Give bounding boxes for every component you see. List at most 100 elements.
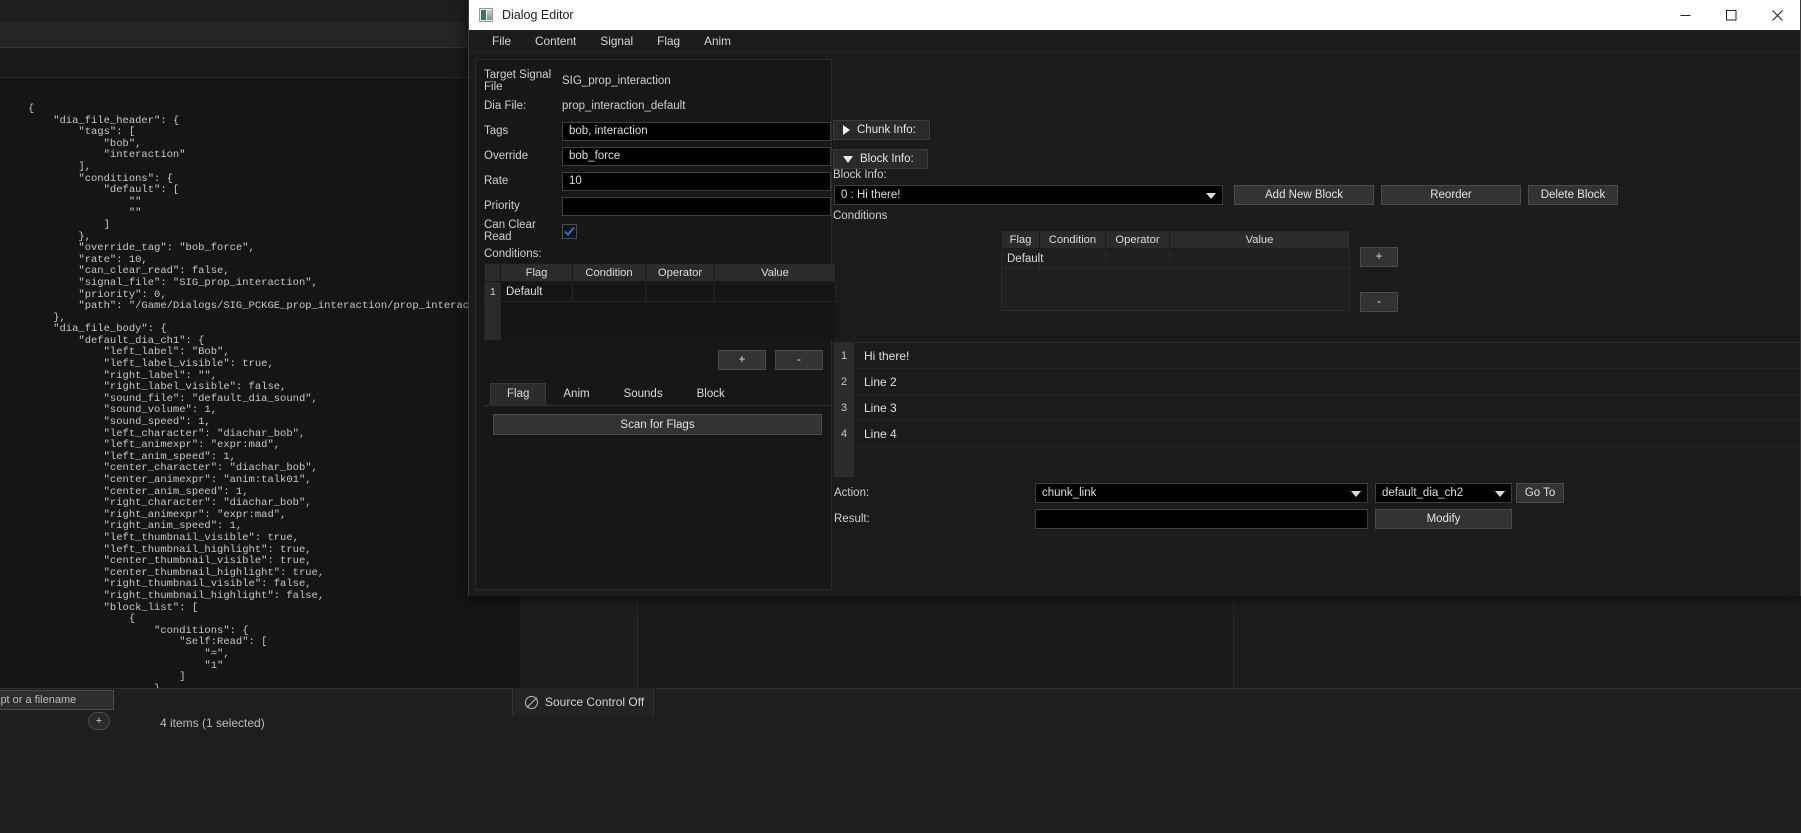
tab-block[interactable]: Block [680,383,742,405]
table-row[interactable]: 1 Default [484,281,836,302]
minimize-button[interactable] [1662,0,1708,30]
chunk-info-label: Chunk Info: [857,124,916,136]
col-operator: Operator [1105,230,1170,249]
remove-condition-button[interactable]: - [775,350,823,370]
dia-file-row: Dia File: prop_interaction_default [484,94,831,118]
chevron-down-icon [1206,193,1216,199]
rate-row: Rate [484,169,831,193]
background-filename-input[interactable]: ipt or a filename [0,690,114,710]
menu-item-signal[interactable]: Signal [588,31,645,51]
go-to-button[interactable]: Go To [1516,483,1564,503]
action-target-value: default_dia_ch2 [1382,487,1464,499]
col-value: Value [1169,230,1350,249]
block-conditions-table: Flag Condition Operator Value Default [1001,230,1350,311]
action-select-value: chunk_link [1042,487,1097,499]
priority-row: Priority [484,194,831,218]
dia-file-settings-panel: Target Signal File SIG_prop_interaction … [475,59,836,590]
scan-for-flags-button[interactable]: Scan for Flags [493,414,822,435]
menu-item-content[interactable]: Content [523,31,588,51]
block-info-toggle-label: Block Info: [860,153,914,165]
block-select-value: 0 : Hi there! [841,189,901,201]
tab-sounds[interactable]: Sounds [607,383,680,405]
table-header-row: Flag Condition Operator Value [484,263,836,282]
cell-value[interactable] [1169,248,1350,269]
app-icon [479,8,493,22]
check-icon [564,226,575,236]
remove-block-condition-button[interactable]: - [1360,292,1398,312]
dialog-body: Target Signal File SIG_prop_interaction … [469,53,1800,596]
dialog-editor-window: Dialog Editor File Content Signal Flag A… [468,0,1801,596]
close-button[interactable] [1754,0,1800,30]
tags-row: Tags [484,119,831,143]
menu-item-flag[interactable]: Flag [645,31,692,51]
window-title: Dialog Editor [502,8,574,22]
line-text: Line 2 [864,374,897,389]
background-status-text: 4 items (1 selected) [160,716,265,730]
window-title-bar: Dialog Editor [469,0,1800,30]
chevron-right-icon [843,125,850,135]
action-target-select[interactable]: default_dia_ch2 [1375,483,1512,503]
cell-operator[interactable] [1105,248,1170,269]
action-select[interactable]: chunk_link [1035,483,1368,503]
empty-cells [1001,268,1350,311]
cell-operator[interactable] [645,281,715,302]
cell-value[interactable] [714,281,836,302]
chunk-info-toggle[interactable]: Chunk Info: [833,120,930,140]
reorder-button[interactable]: Reorder [1381,185,1521,205]
block-select[interactable]: 0 : Hi there! [834,185,1223,205]
modify-button[interactable]: Modify [1375,509,1512,529]
dialog-line-list: 1 Hi there! 2 Line 2 3 Line 3 4 Line 4 [834,342,1800,477]
line-number: 2 [834,368,854,395]
rate-label: Rate [484,175,509,187]
add-block-condition-button[interactable]: + [1360,247,1398,267]
line-number-spacer [834,447,854,477]
col-condition: Condition [1039,230,1106,249]
block-editor-panel: Chunk Info: Block Info: Block Info: 0 : … [833,59,1800,590]
list-empty-area [834,447,1800,477]
dia-file-label: Dia File: [484,100,527,112]
col-flag: Flag [500,263,573,282]
table-empty-row [484,301,836,340]
maximize-button[interactable] [1708,0,1754,30]
override-label: Override [484,150,529,162]
window-controls [1662,0,1800,30]
left-conditions-table: Flag Condition Operator Value 1 Default [484,263,836,340]
maximize-icon [1725,9,1736,20]
list-item[interactable]: 3 Line 3 [834,394,1800,421]
list-item[interactable]: 4 Line 4 [834,420,1800,447]
result-input[interactable] [1035,509,1368,529]
block-info-toggle[interactable]: Block Info: [833,149,928,169]
table-row[interactable]: Default [1001,248,1350,269]
cell-flag[interactable]: Default [500,281,573,302]
left-tab-strip: Flag Anim Sounds Block [484,383,831,406]
source-control-off-icon [525,695,538,709]
row-index: 1 [484,281,501,302]
table-header-row: Flag Condition Operator Value [1001,230,1350,249]
tab-flag[interactable]: Flag [490,383,547,405]
add-condition-button[interactable]: + [718,350,766,370]
list-item[interactable]: 2 Line 2 [834,368,1800,395]
background-add-button[interactable]: + [88,712,110,730]
tab-anim[interactable]: Anim [546,383,606,405]
rate-input[interactable] [562,171,831,191]
background-source-control-button[interactable]: Source Control Off [512,688,654,716]
priority-input[interactable] [562,196,831,216]
chevron-down-icon [1351,491,1361,497]
block-conditions-label: Conditions [833,210,888,222]
tags-input[interactable] [562,121,831,141]
block-info-label: Block Info: [833,169,887,181]
override-input[interactable] [562,146,831,166]
delete-block-button[interactable]: Delete Block [1528,185,1618,205]
list-item[interactable]: 1 Hi there! [834,342,1800,369]
menu-item-file[interactable]: File [480,31,523,51]
add-new-block-button[interactable]: Add New Block [1234,185,1374,205]
cell-flag[interactable]: Default [1001,248,1043,269]
empty-index [484,301,501,340]
background-code-editor: { "dia_file_header": { "tags": [ "bob", … [0,78,520,688]
line-number: 4 [834,420,854,447]
menu-item-anim[interactable]: Anim [692,31,743,51]
cell-condition[interactable] [1039,248,1106,269]
action-label: Action: [834,487,870,499]
cell-condition[interactable] [572,281,646,302]
can-clear-read-checkbox[interactable] [562,223,577,239]
